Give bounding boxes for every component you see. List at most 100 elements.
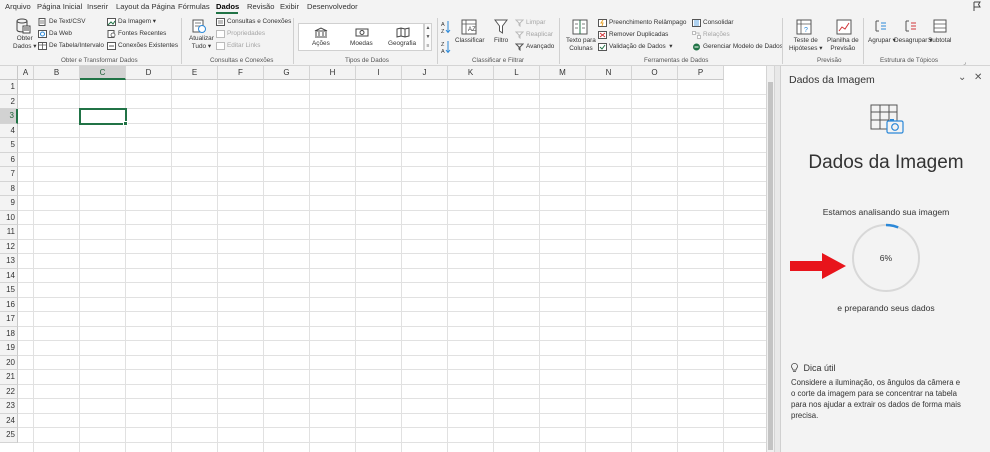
texto-para-colunas-button[interactable]: Texto para Colunas bbox=[566, 37, 596, 53]
row-header-8[interactable]: 8 bbox=[0, 181, 18, 196]
row-header-22[interactable]: 22 bbox=[0, 384, 18, 399]
de-tabela-button[interactable]: De Tabela/Intervalo bbox=[49, 42, 104, 50]
tab-formulas[interactable]: Fórmulas bbox=[178, 2, 210, 11]
tab-dados[interactable]: Dados bbox=[216, 2, 239, 11]
column-header-e[interactable]: E bbox=[172, 66, 218, 80]
row-header-15[interactable]: 15 bbox=[0, 283, 18, 298]
column-header-l[interactable]: L bbox=[494, 66, 540, 80]
column-header-j[interactable]: J bbox=[402, 66, 448, 80]
row-header-5[interactable]: 5 bbox=[0, 138, 18, 153]
stocks-icon bbox=[314, 27, 328, 38]
planilha-previsao-button[interactable]: Planilha de Previsão bbox=[827, 37, 859, 53]
row-header-18[interactable]: 18 bbox=[0, 326, 18, 341]
de-text-csv-button[interactable]: De Text/CSV bbox=[49, 18, 85, 26]
ribbon-tab-bar: Arquivo Página Inicial Inserir Layout da… bbox=[0, 0, 990, 14]
tab-inserir[interactable]: Inserir bbox=[87, 2, 108, 11]
column-header-f[interactable]: F bbox=[218, 66, 264, 80]
column-header-a[interactable]: A bbox=[18, 66, 34, 80]
column-header-c[interactable]: C bbox=[80, 66, 126, 80]
relacoes-button[interactable]: Relações bbox=[703, 31, 730, 39]
vertical-scrollbar[interactable] bbox=[766, 66, 774, 452]
column-header-b[interactable]: B bbox=[34, 66, 80, 80]
tab-revisao[interactable]: Revisão bbox=[247, 2, 274, 11]
row-header-2[interactable]: 2 bbox=[0, 94, 18, 109]
fontes-recentes-button[interactable]: Fontes Recentes bbox=[118, 30, 166, 38]
row-header-25[interactable]: 25 bbox=[0, 428, 18, 443]
row-header-7[interactable]: 7 bbox=[0, 167, 18, 182]
tab-layout-pagina[interactable]: Layout da Página bbox=[116, 2, 175, 11]
chevron-down-icon[interactable]: ⌄ bbox=[958, 72, 966, 83]
column-header-g[interactable]: G bbox=[264, 66, 310, 80]
web-icon bbox=[38, 30, 47, 38]
limpar-button[interactable]: Limpar bbox=[526, 19, 546, 27]
filtro-button[interactable]: Filtro bbox=[494, 37, 508, 45]
status-text-top: Estamos analisando sua imagem bbox=[822, 207, 950, 217]
acoes-button[interactable]: Ações bbox=[312, 40, 330, 48]
row-header-23[interactable]: 23 bbox=[0, 399, 18, 414]
da-web-button[interactable]: Da Web bbox=[49, 30, 72, 38]
select-all-corner[interactable] bbox=[0, 66, 18, 80]
consolidar-button[interactable]: Consolidar bbox=[703, 19, 734, 27]
agrupar-button[interactable]: Agrupar ▾ bbox=[868, 37, 896, 45]
reaplicar-button[interactable]: Reaplicar bbox=[526, 31, 553, 39]
column-header-h[interactable]: H bbox=[310, 66, 356, 80]
propriedades-button[interactable]: Propriedades bbox=[227, 30, 265, 38]
gerenciar-modelo-button[interactable]: Gerenciar Modelo de Dados bbox=[703, 43, 783, 51]
fill-handle[interactable] bbox=[123, 120, 128, 126]
row-header-20[interactable]: 20 bbox=[0, 355, 18, 370]
row-header-1[interactable]: 1 bbox=[0, 80, 18, 95]
flag-icon[interactable] bbox=[972, 1, 982, 12]
close-icon[interactable]: ✕ bbox=[974, 72, 982, 83]
moedas-button[interactable]: Moedas bbox=[350, 40, 373, 48]
row-header-4[interactable]: 4 bbox=[0, 123, 18, 138]
column-header-i[interactable]: I bbox=[356, 66, 402, 80]
scrollbar-thumb[interactable] bbox=[768, 82, 773, 450]
conexoes-existentes-button[interactable]: Conexões Existentes bbox=[118, 42, 178, 50]
da-imagem-button[interactable]: Da Imagem ▾ bbox=[118, 18, 156, 26]
teste-hipoteses-button[interactable]: Teste de Hipóteses ▾ bbox=[789, 37, 822, 53]
row-header-13[interactable]: 13 bbox=[0, 254, 18, 269]
row-header-16[interactable]: 16 bbox=[0, 297, 18, 312]
row-header-11[interactable]: 11 bbox=[0, 225, 18, 240]
consultas-conexoes-button[interactable]: Consultas e Conexões bbox=[227, 18, 291, 26]
row-header-24[interactable]: 24 bbox=[0, 413, 18, 428]
tab-pagina-inicial[interactable]: Página Inicial bbox=[37, 2, 82, 11]
row-header-17[interactable]: 17 bbox=[0, 312, 18, 327]
row-header-3[interactable]: 3 bbox=[0, 109, 18, 124]
row-header-9[interactable]: 9 bbox=[0, 196, 18, 211]
desagrupar-button[interactable]: Desagrupar ▾ bbox=[894, 37, 932, 45]
worksheet-grid[interactable]: A B C D E F G H I J K L M N O P 1 2 3 4 5 6 7 8 9 10 11 12 13 14 15 16 1… bbox=[0, 66, 774, 452]
tab-desenvolvedor[interactable]: Desenvolvedor bbox=[307, 2, 358, 11]
tip-line: o corte da imagem para se concentrar na … bbox=[791, 389, 957, 398]
map-icon bbox=[396, 27, 410, 38]
dialog-launcher-icon[interactable]: ⌟ bbox=[963, 59, 966, 66]
tab-exibir[interactable]: Exibir bbox=[280, 2, 299, 11]
avancado-button[interactable]: Avançado bbox=[526, 43, 554, 51]
preenchimento-relampago-button[interactable]: Preenchimento Relâmpago bbox=[609, 19, 686, 27]
row-header-12[interactable]: 12 bbox=[0, 239, 18, 254]
row-header-19[interactable]: 19 bbox=[0, 341, 18, 356]
row-header-10[interactable]: 10 bbox=[0, 210, 18, 225]
column-header-k[interactable]: K bbox=[448, 66, 494, 80]
geografia-button[interactable]: Geografia bbox=[388, 40, 416, 48]
atualizar-tudo-button[interactable]: Atualizar Tudo ▾ bbox=[189, 35, 214, 51]
row-header-14[interactable]: 14 bbox=[0, 268, 18, 283]
column-header-o[interactable]: O bbox=[632, 66, 678, 80]
column-header-d[interactable]: D bbox=[126, 66, 172, 80]
selected-cell[interactable] bbox=[79, 108, 127, 125]
row-header-21[interactable]: 21 bbox=[0, 370, 18, 385]
obter-dados-button[interactable]: Obter Dados ▾ bbox=[13, 35, 36, 51]
column-header-n[interactable]: N bbox=[586, 66, 632, 80]
remover-duplicadas-button[interactable]: Remover Duplicadas bbox=[609, 31, 668, 39]
tab-arquivo[interactable]: Arquivo bbox=[5, 2, 31, 11]
column-header-p[interactable]: P bbox=[678, 66, 724, 80]
column-header-m[interactable]: M bbox=[540, 66, 586, 80]
row-header-6[interactable]: 6 bbox=[0, 152, 18, 167]
gallery-scroll[interactable]: ▲ ▼ ≡ bbox=[424, 23, 432, 51]
validacao-dados-button[interactable]: Validação de Dados ▾ bbox=[609, 43, 673, 51]
classificar-button[interactable]: Classificar bbox=[455, 37, 484, 45]
gridline bbox=[539, 80, 540, 452]
what-if-icon: ? bbox=[796, 19, 812, 35]
subtotal-button[interactable]: Subtotal bbox=[928, 37, 951, 45]
editar-links-button[interactable]: Editar Links bbox=[227, 42, 260, 50]
